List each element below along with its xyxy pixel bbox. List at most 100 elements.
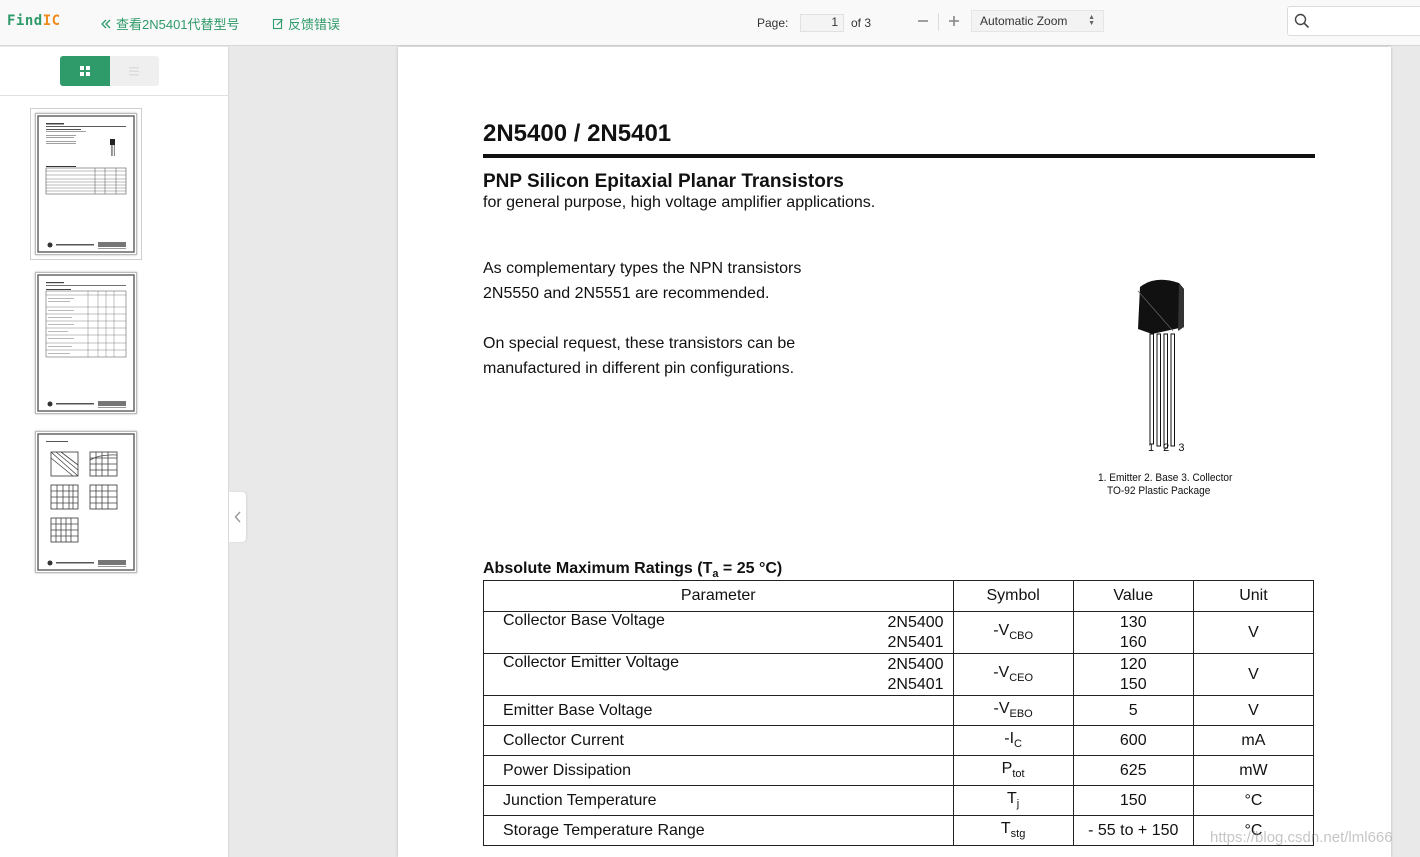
document-title: 2N5400 / 2N5401 [483,120,672,147]
value-cell: 150 [1072,785,1194,816]
symbol-cell: -IC [952,725,1074,756]
select-arrows-icon: ▲ ▼ [1088,14,1095,27]
symbol-sub: CEO [1009,672,1034,685]
unit-cell: V [1192,695,1315,726]
paragraph-line: As complementary types the NPN transisto… [483,260,802,277]
zoom-in-button[interactable] [945,12,963,30]
symbol-text: -V [993,622,1010,640]
value-cell: - 55 to + 150 [1072,815,1194,846]
param-cell: Collector Current [483,725,954,756]
value-cell: 120 150 [1072,653,1194,696]
symbol-text: T [1000,820,1011,838]
zoom-select[interactable]: Automatic Zoom ▲ ▼ [971,10,1104,32]
edit-icon [272,18,284,30]
title-rule [483,154,1315,158]
outline-view-button[interactable] [109,56,159,86]
symbol-cell: -VCEO [952,653,1074,696]
param-cell: Collector Base Voltage [482,611,865,654]
logo-ic-text: IC [42,13,61,29]
zoom-out-button[interactable] [914,12,932,30]
document-subtitle: PNP Silicon Epitaxial Planar Transistors [483,171,844,192]
unit-cell: V [1192,653,1315,696]
table-row: Collector Base Voltage 2N5400 2N5401 -VCB… [482,611,1315,654]
page-thumbnail-2[interactable] [35,272,137,414]
variant-name: 2N5400 [887,655,944,673]
variant-name: 2N5401 [887,633,944,651]
page-thumbnail-3[interactable] [35,431,137,573]
symbol-cell: -VEBO [952,695,1074,726]
paragraph-line: manufactured in different pin configurat… [483,360,795,377]
unit-cell: °C [1192,785,1315,816]
minus-icon [918,20,928,22]
zoom-select-value: Automatic Zoom [980,14,1068,28]
value-text: 120 [1119,655,1147,673]
sidebar-divider [0,95,229,96]
value-cell: 5 [1072,695,1194,726]
grid-icon [79,66,90,76]
param-cell: Storage Temperature Range [483,815,954,846]
symbol-cell: -VCBO [952,611,1074,654]
symbol-cell: Ptot [952,755,1074,786]
unit-cell: mW [1192,755,1315,786]
package-caption: 1. Emitter 2. Base 3. Collector TO-92 Pl… [1098,472,1233,498]
findic-logo[interactable]: FindIC [7,13,61,29]
symbol-sub: stg [1010,828,1026,841]
value-cell: 600 [1072,725,1194,756]
page-count: of 3 [851,16,872,30]
table-row: Emitter Base Voltage -VEBO 5 V [483,695,1315,726]
search-icon [1294,13,1310,29]
view-alternatives-link[interactable]: 查看2N5401代替型号 [100,14,240,33]
value-cell: 625 [1072,755,1194,786]
page-number-input[interactable]: 1 [800,14,844,32]
complementary-paragraph: As complementary types the NPN transisto… [483,256,801,306]
pdf-page: 2N5400 / 2N5401 PNP Silicon Epitaxial Pl… [398,47,1391,857]
ratings-table: Parameter Symbol Value Unit Collector Ba… [482,580,1315,846]
symbol-sub: j [1016,798,1020,811]
chevron-left-icon [234,511,241,523]
symbol-text: P [1001,760,1013,778]
sidebar-collapse-button[interactable] [229,492,246,542]
ratings-title: Absolute Maximum Ratings (Ta = 25 °C) [483,560,782,580]
pin-legend: 1. Emitter 2. Base 3. Collector [1098,472,1233,484]
symbol-cell: Tstg [952,815,1074,846]
pin-numbers: 1 2 3 [1148,442,1188,454]
report-error-link[interactable]: 反馈错误 [272,14,340,33]
top-toolbar: FindIC 查看2N5401代替型号 反馈错误 Page: 1 of 3 Au… [0,0,1420,46]
param-cell: Collector Emitter Voltage [482,653,865,696]
symbol-sub: tot [1012,768,1025,781]
page-thumbnail-1[interactable] [30,108,142,260]
table-row: Junction Temperature Tj 150 °C [483,785,1315,816]
param-cell: Emitter Base Voltage [483,695,954,726]
double-chevron-left-icon [100,18,112,30]
value-text: 150 [1119,675,1147,693]
unit-cell: mA [1192,725,1315,756]
ratings-title-prefix: Absolute Maximum Ratings (T [483,560,713,577]
symbol-text: -V [993,700,1010,718]
thumbnail-sidebar [0,47,229,857]
search-input[interactable] [1287,6,1420,36]
thumbnail-view-button[interactable] [60,56,110,86]
toolbar-separator [938,13,939,31]
package-type: TO-92 Plastic Package [1107,485,1211,497]
header-value: Value [1072,580,1194,612]
unit-cell: V [1192,611,1315,654]
table-header-row: Parameter Symbol Value Unit [483,580,1315,612]
symbol-cell: Tj [952,785,1074,816]
table-row: Collector Emitter Voltage 2N5400 2N5401 -… [482,653,1315,696]
list-icon [129,67,140,76]
header-unit: Unit [1192,580,1315,612]
symbol-sub: C [1014,738,1022,751]
view-alternatives-label: 查看2N5401代替型号 [116,17,240,32]
page-label: Page: [757,16,789,30]
paragraph-line: 2N5550 and 2N5551 are recommended. [483,285,770,302]
sidebar-view-toggle [60,56,159,86]
symbol-text: -V [993,664,1010,682]
header-parameter: Parameter [483,580,954,612]
table-row: Collector Current -IC 600 mA [483,725,1315,756]
variant-name: 2N5401 [887,675,944,693]
symbol-sub: CBO [1009,630,1034,643]
value-text: 130 [1119,613,1147,631]
document-description: for general purpose, high voltage amplif… [483,194,876,211]
report-error-label: 反馈错误 [288,17,341,32]
logo-find-text: Find [7,13,43,29]
